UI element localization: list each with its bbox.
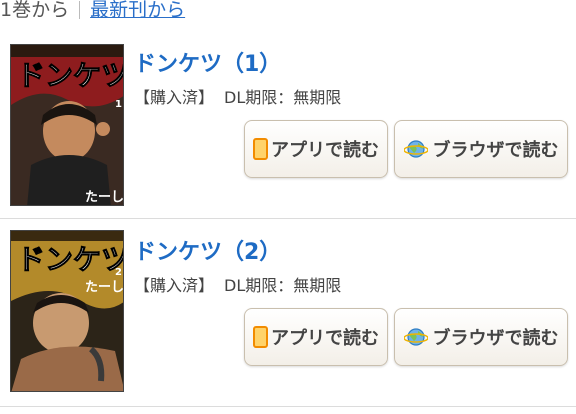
cover-art: ドンケツ 1 たーし — [11, 45, 124, 205]
sort-latest-link[interactable]: 最新刊から — [90, 0, 185, 21]
book-title[interactable]: ドンケツ（2） — [134, 234, 281, 266]
sort-first-volume[interactable]: 1巻から — [0, 0, 69, 21]
cover-art: ドンケツ 2 たーし — [11, 231, 124, 391]
cover-logo: ドンケツ — [17, 243, 124, 276]
item-divider — [0, 218, 576, 219]
book-item: ドンケツ 2 たーし ドンケツ（2） 【購入済】 DL期限：無期限 アプリで読む … — [0, 222, 576, 412]
read-in-app-button[interactable]: アプリで読む — [244, 308, 388, 366]
smartphone-icon — [253, 326, 268, 348]
smartphone-icon — [253, 138, 268, 160]
book-cover[interactable]: ドンケツ 1 たーし — [10, 44, 124, 206]
dl-limit: DL期限：無期限 — [224, 276, 342, 295]
book-cover[interactable]: ドンケツ 2 たーし — [10, 230, 124, 392]
read-in-browser-button[interactable]: ブラウザで読む — [394, 120, 568, 178]
purchase-status: 【購入済】 — [134, 276, 215, 295]
cover-logo: ドンケツ — [17, 59, 124, 92]
read-in-app-label: アプリで読む — [271, 328, 379, 349]
read-in-browser-label: ブラウザで読む — [432, 140, 559, 161]
book-meta: 【購入済】 DL期限：無期限 — [134, 84, 341, 108]
item-divider — [0, 406, 576, 407]
book-meta: 【購入済】 DL期限：無期限 — [134, 272, 341, 296]
book-title[interactable]: ドンケツ（1） — [134, 46, 281, 78]
cover-volume: 1 — [115, 99, 122, 110]
dl-limit: DL期限：無期限 — [224, 88, 342, 107]
purchase-status: 【購入済】 — [134, 88, 215, 107]
cover-author: たーし — [85, 280, 124, 295]
globe-icon — [403, 328, 428, 346]
book-item: ドンケツ 1 たーし ドンケツ（1） 【購入済】 DL期限：無期限 アプリで読む … — [0, 34, 576, 224]
sort-separator — [79, 1, 81, 19]
read-in-browser-label: ブラウザで読む — [432, 328, 559, 349]
sort-bar: 1巻から 最新刊から — [0, 0, 576, 24]
read-in-browser-button[interactable]: ブラウザで読む — [394, 308, 568, 366]
read-in-app-label: アプリで読む — [271, 140, 379, 161]
read-in-app-button[interactable]: アプリで読む — [244, 120, 388, 178]
cover-author: たーし — [85, 190, 124, 205]
globe-icon — [403, 140, 428, 158]
cover-volume: 2 — [115, 267, 122, 278]
